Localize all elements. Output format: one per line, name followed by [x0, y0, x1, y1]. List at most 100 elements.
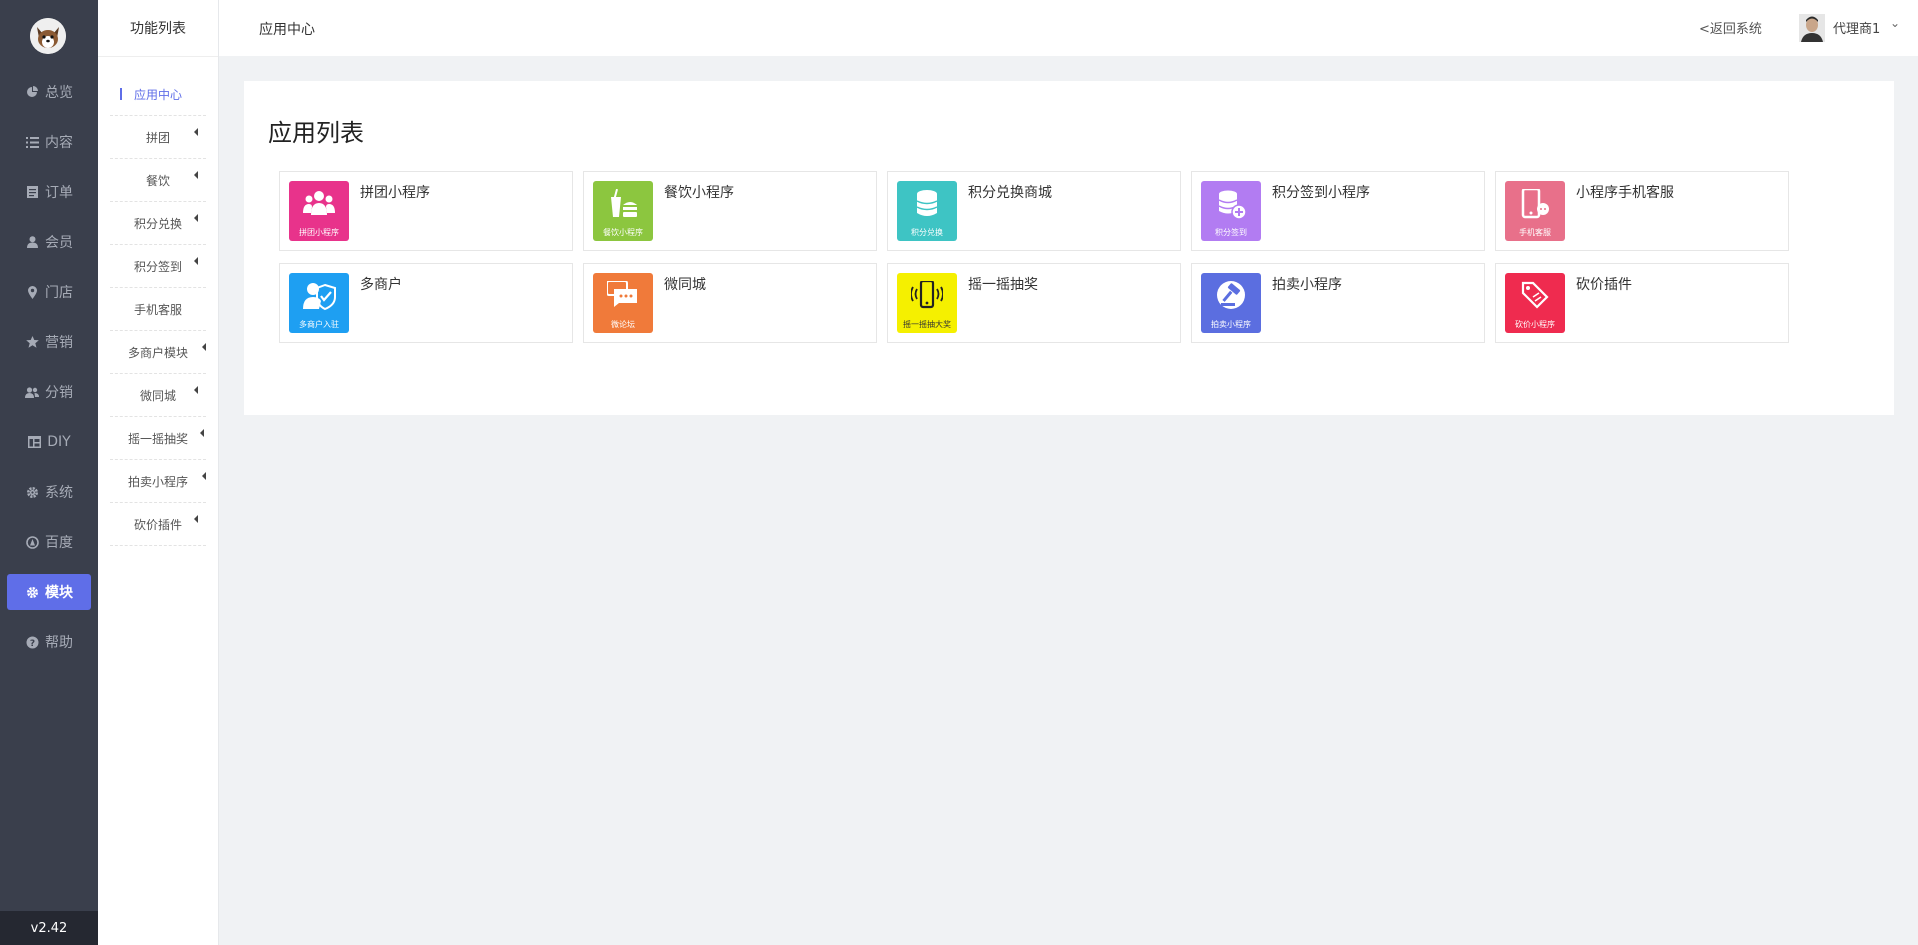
main-sidebar: 总览 内容 订单 会员 门店 营销 分销 DIY 系统 百度 模块 ? 帮助 v… — [0, 0, 98, 945]
submenu-item-local-city[interactable]: 微同城 — [110, 374, 206, 417]
app-logo[interactable] — [30, 18, 66, 54]
back-to-system-link[interactable]: <返回系统 — [1699, 18, 1762, 37]
tile-caption: 微论坛 — [611, 320, 635, 329]
submenu-item-label: 拍卖小程序 — [127, 474, 188, 489]
breadcrumb: 应用中心 — [259, 22, 315, 38]
app-card-multi-merchant[interactable]: 多商户入驻 多商户 — [279, 263, 573, 343]
caret-left-icon — [194, 128, 198, 136]
nav-item-label: 会员 — [45, 235, 73, 251]
submenu-item-catering[interactable]: 餐饮 — [110, 159, 206, 202]
tile-caption: 摇一摇抽大奖 — [903, 320, 951, 329]
nav-item-stores[interactable]: 门店 — [0, 277, 98, 307]
app-card-points-mall[interactable]: 积分兑换 积分兑换商城 — [887, 171, 1181, 251]
food-drink-icon: 餐饮小程序 — [593, 181, 653, 241]
nav-item-baidu[interactable]: 百度 — [0, 527, 98, 557]
app-name: 积分签到小程序 — [1272, 185, 1370, 201]
merchant-check-icon: 多商户入驻 — [289, 273, 349, 333]
nav-item-help[interactable]: ? 帮助 — [0, 627, 98, 657]
tile-caption: 拍卖小程序 — [1211, 320, 1251, 329]
submenu-item-mobile-service[interactable]: 手机客服 — [110, 288, 206, 331]
nav-item-modules[interactable]: 模块 — [7, 574, 91, 610]
layout-icon — [27, 435, 41, 449]
app-card-auction[interactable]: 拍卖小程序 拍卖小程序 — [1191, 263, 1485, 343]
app-name: 多商户 — [360, 277, 402, 293]
tile-caption: 手机客服 — [1519, 228, 1551, 237]
app-card-shake-lottery[interactable]: 摇一摇抽大奖 摇一摇抽奖 — [887, 263, 1181, 343]
submenu-item-label: 积分兑换 — [133, 216, 182, 231]
tile-caption: 多商户入驻 — [299, 320, 339, 329]
document-icon — [25, 185, 39, 199]
app-name: 微同城 — [664, 277, 706, 293]
app-card-local-city[interactable]: 微论坛 微同城 — [583, 263, 877, 343]
svg-text:?: ? — [29, 639, 34, 649]
top-header: 应用中心 <返回系统 代理商1 ⌄ — [219, 0, 1918, 56]
list-icon — [25, 135, 39, 149]
baidu-icon — [25, 535, 39, 549]
coin-stack-icon: 积分兑换 — [897, 181, 957, 241]
caret-left-icon — [200, 429, 204, 437]
submenu-item-label: 手机客服 — [133, 302, 182, 317]
chat-bubbles-icon: 微论坛 — [593, 273, 653, 333]
pie-chart-icon — [25, 85, 39, 99]
app-card-points-checkin[interactable]: 积分签到 积分签到小程序 — [1191, 171, 1485, 251]
caret-left-icon — [202, 343, 206, 351]
nav-item-overview[interactable]: 总览 — [0, 77, 98, 107]
nav-item-distribution[interactable]: 分销 — [0, 377, 98, 407]
submenu-item-label: 砍价插件 — [133, 517, 182, 532]
help-icon: ? — [25, 635, 39, 649]
submenu-item-multi-merchant[interactable]: 多商户模块 — [110, 331, 206, 374]
chevron-down-icon[interactable]: ⌄ — [1890, 16, 1900, 30]
nav-item-system[interactable]: 系统 — [0, 477, 98, 507]
shake-phone-icon: 摇一摇抽大奖 — [897, 273, 957, 333]
nav-item-orders[interactable]: 订单 — [0, 177, 98, 207]
app-card-catering[interactable]: 餐饮小程序 餐饮小程序 — [583, 171, 877, 251]
submenu-item-points-checkin[interactable]: 积分签到 — [110, 245, 206, 288]
submenu-item-label: 拼团 — [145, 130, 170, 145]
submenu-item-label: 摇一摇抽奖 — [127, 431, 188, 446]
app-card-mobile-service[interactable]: 手机客服 小程序手机客服 — [1495, 171, 1789, 251]
user-name[interactable]: 代理商1 — [1833, 18, 1880, 37]
nav-item-members[interactable]: 会员 — [0, 227, 98, 257]
app-name: 拼团小程序 — [360, 185, 430, 201]
star-icon — [25, 335, 39, 349]
nav-item-label: 订单 — [45, 185, 73, 201]
tile-caption: 餐饮小程序 — [603, 228, 643, 237]
nav-item-label: 帮助 — [45, 635, 73, 651]
nav-item-label: 门店 — [45, 285, 73, 301]
submenu-item-label: 应用中心 — [133, 87, 182, 102]
submenu-item-shake-lottery[interactable]: 摇一摇抽奖 — [110, 417, 206, 460]
user-icon — [25, 235, 39, 249]
submenu-title: 功能列表 — [98, 0, 218, 57]
avatar[interactable] — [1799, 14, 1825, 42]
app-name: 小程序手机客服 — [1576, 185, 1674, 201]
map-pin-icon — [25, 285, 39, 299]
tile-caption: 拼团小程序 — [299, 228, 339, 237]
app-name: 砍价插件 — [1576, 277, 1632, 293]
group-people-icon: 拼团小程序 — [289, 181, 349, 241]
submenu-item-auction[interactable]: 拍卖小程序 — [110, 460, 206, 503]
submenu-item-bargain[interactable]: 砍价插件 — [110, 503, 206, 546]
nav-item-label: 营销 — [45, 335, 73, 351]
caret-left-icon — [202, 472, 206, 480]
submenu-item-points-exchange[interactable]: 积分兑换 — [110, 202, 206, 245]
nav-item-diy[interactable]: DIY — [0, 427, 98, 457]
submenu-item-label: 微同城 — [139, 388, 176, 403]
app-card-group-buy[interactable]: 拼团小程序 拼团小程序 — [279, 171, 573, 251]
caret-left-icon — [194, 386, 198, 394]
function-submenu: 功能列表 应用中心 拼团 餐饮 积分兑换 积分签到 手机客服 多商户模块 微同城… — [98, 0, 219, 945]
nav-item-content[interactable]: 内容 — [0, 127, 98, 157]
app-card-bargain[interactable]: 砍价小程序 砍价插件 — [1495, 263, 1789, 343]
phone-chat-icon: 手机客服 — [1505, 181, 1565, 241]
caret-left-icon — [194, 257, 198, 265]
page-title: 应用列表 — [268, 119, 364, 147]
nav-item-label: 总览 — [45, 85, 73, 101]
nav-item-label: 分销 — [45, 385, 73, 401]
app-name: 积分兑换商城 — [968, 185, 1052, 201]
submenu-item-group-buy[interactable]: 拼团 — [110, 116, 206, 159]
caret-left-icon — [194, 171, 198, 179]
tile-caption: 砍价小程序 — [1515, 320, 1555, 329]
app-name: 拍卖小程序 — [1272, 277, 1342, 293]
nav-item-label: DIY — [47, 434, 71, 450]
submenu-item-app-center[interactable]: 应用中心 — [110, 73, 206, 116]
nav-item-marketing[interactable]: 营销 — [0, 327, 98, 357]
